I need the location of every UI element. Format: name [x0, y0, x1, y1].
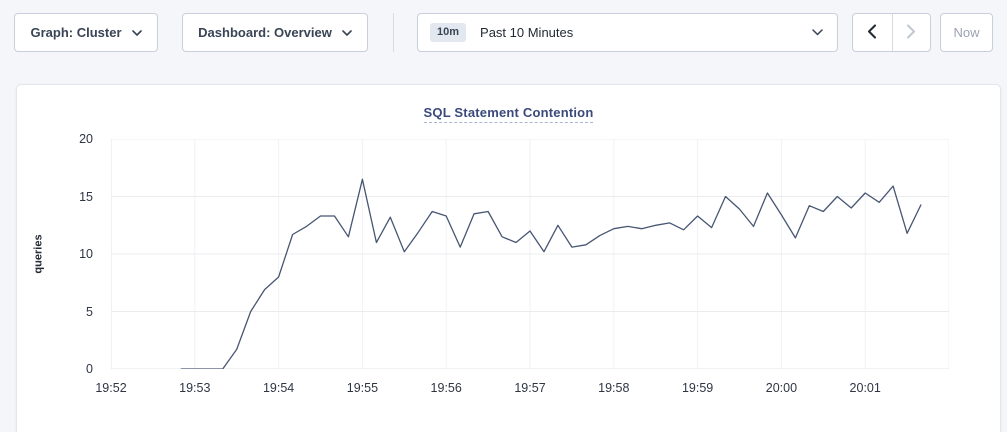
chart-title: SQL Statement Contention: [17, 104, 1000, 122]
x-tick-label: 19:58: [598, 381, 629, 395]
series-line: [181, 179, 921, 369]
time-range-picker[interactable]: 10m Past 10 Minutes: [417, 13, 838, 52]
x-tick-label: 19:52: [95, 381, 126, 395]
y-tick-label: 10: [79, 247, 93, 261]
dashboard-dropdown-label: Dashboard: Overview: [198, 25, 332, 40]
chart-title-link[interactable]: SQL Statement Contention: [424, 105, 594, 123]
dashboard-dropdown[interactable]: Dashboard: Overview: [182, 13, 368, 52]
y-tick-label: 20: [79, 132, 93, 146]
time-range-label: Past 10 Minutes: [480, 25, 573, 40]
y-axis-ticks: 05101520: [53, 139, 103, 369]
chevron-right-icon: [906, 24, 916, 42]
graph-dropdown[interactable]: Graph: Cluster: [14, 13, 158, 52]
x-tick-label: 19:57: [514, 381, 545, 395]
chevron-down-icon: [132, 30, 142, 36]
time-step-button-group: [852, 13, 931, 52]
chevron-down-icon: [812, 29, 823, 36]
x-tick-label: 19:54: [263, 381, 294, 395]
x-tick-label: 19:55: [347, 381, 378, 395]
y-tick-label: 15: [79, 190, 93, 204]
y-tick-label: 5: [86, 305, 93, 319]
chart-plot-area[interactable]: [111, 139, 949, 369]
time-range-badge: 10m: [430, 23, 466, 42]
time-back-button[interactable]: [853, 14, 892, 51]
toolbar-divider: [393, 13, 394, 52]
x-axis-ticks: 19:5219:5319:5419:5519:5619:5719:5819:59…: [111, 381, 949, 397]
chevron-left-icon: [867, 24, 877, 42]
graph-dropdown-label: Graph: Cluster: [30, 25, 121, 40]
x-tick-label: 19:56: [431, 381, 462, 395]
now-button[interactable]: Now: [940, 13, 993, 52]
chevron-down-icon: [342, 30, 352, 36]
x-tick-label: 19:59: [682, 381, 713, 395]
x-tick-label: 20:00: [766, 381, 797, 395]
chart-card: SQL Statement Contention queries 0510152…: [16, 84, 1001, 432]
x-tick-label: 19:53: [179, 381, 210, 395]
y-tick-label: 0: [86, 362, 93, 376]
time-forward-button[interactable]: [892, 14, 931, 51]
x-tick-label: 20:01: [850, 381, 881, 395]
